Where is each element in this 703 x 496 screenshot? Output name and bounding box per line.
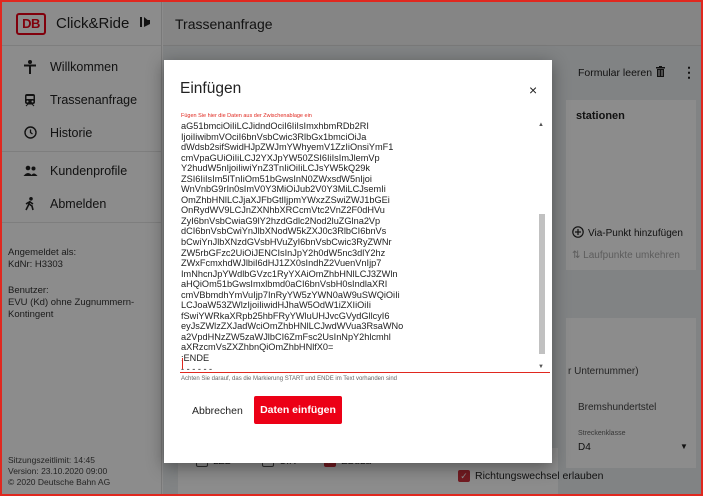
scroll-down-icon[interactable]: ▼: [538, 364, 544, 370]
textarea-content: aG51bmciOiIiLCJidndOciI6IiIsImxhbmRDb2RI…: [181, 121, 404, 373]
text-caret: [182, 358, 183, 369]
einfuegen-dialog: Einfügen × Fügen Sie hier die Daten aus …: [164, 60, 552, 463]
textarea-scrollbar[interactable]: ▲ ▼: [538, 122, 546, 370]
paste-textarea[interactable]: aG51bmciOiIiLCJidndOciI6IiIsImxhbmRDb2RI…: [180, 118, 550, 373]
insert-data-button[interactable]: Daten einfügen: [254, 396, 342, 424]
cancel-button[interactable]: Abbrechen: [192, 399, 243, 423]
start-ende-hint: Achten Sie darauf, das die Markierung ST…: [181, 376, 398, 382]
textarea-underline: [180, 372, 550, 373]
scroll-up-icon[interactable]: ▲: [538, 122, 544, 128]
scrollbar-thumb[interactable]: [539, 214, 545, 354]
close-icon[interactable]: ×: [529, 82, 537, 98]
dialog-title: Einfügen: [180, 80, 242, 97]
